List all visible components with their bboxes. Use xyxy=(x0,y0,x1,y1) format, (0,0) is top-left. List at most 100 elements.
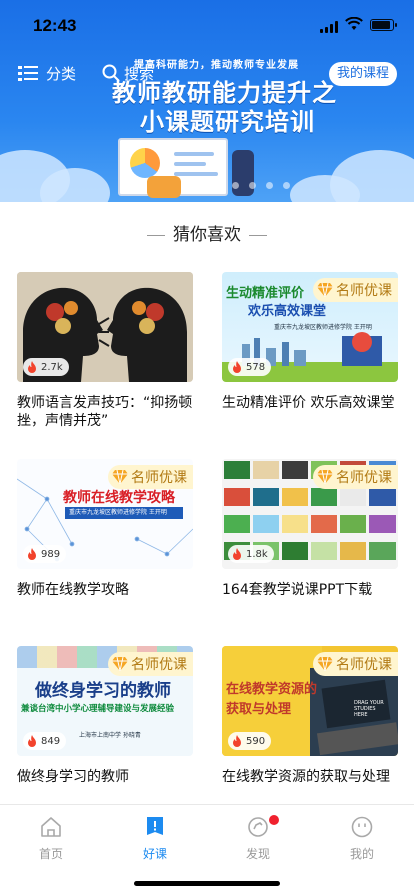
diamond-icon xyxy=(317,283,333,297)
course-card[interactable]: 在线教学资源的 获取与处理 DRAG YOUR STUDIES HERE 名师优… xyxy=(222,646,398,786)
my-courses-button[interactable]: 我的课程 xyxy=(329,62,397,86)
featured-badge: 名师优课 xyxy=(108,652,193,676)
search-icon xyxy=(102,64,120,82)
tab-label: 好课 xyxy=(142,847,167,861)
views-badge: 578 xyxy=(228,358,272,376)
wifi-icon xyxy=(345,17,363,30)
smiley-icon xyxy=(351,816,373,838)
views-count: 590 xyxy=(246,735,266,747)
fire-icon xyxy=(233,360,241,373)
course-title: 教师语言发声技巧：“抑扬顿挫，声情并茂” xyxy=(17,395,193,429)
fire-icon xyxy=(233,547,241,560)
thumb-title: 获取与处理 xyxy=(226,702,292,717)
course-thumbnail: 2.7k xyxy=(17,272,193,382)
app-screen: 提高科研能力，推动教师专业发展 教师教研能力提升之 小课题研究培训 12:43 xyxy=(0,0,414,896)
course-thumbnail: 名师优课 1.8k xyxy=(222,459,398,569)
badge-label: 名师优课 xyxy=(336,657,392,673)
featured-badge: 名师优课 xyxy=(313,465,398,489)
tab-courses[interactable]: 好课 xyxy=(125,815,185,862)
course-thumbnail: 做终身学习的教师 兼谈台湾中小学心理辅导建设与发展经验 上海市上南中学 孙晓青 … xyxy=(17,646,193,756)
tab-label: 我的 xyxy=(349,847,374,861)
cellular-signal-icon xyxy=(320,21,340,33)
fire-icon xyxy=(233,734,241,747)
thumb-title: 做终身学习的教师 xyxy=(35,681,171,701)
views-count: 989 xyxy=(41,548,61,560)
carousel-dot xyxy=(198,182,205,189)
course-card[interactable]: 生动精准评价 欢乐高效课堂 重庆市九龙坡区教师进修学院 王开明 名师优课 578… xyxy=(222,272,398,412)
thumb-title: 教师在线教学攻略 xyxy=(63,490,175,506)
presenter-illustration xyxy=(232,150,254,196)
carousel-indicator xyxy=(198,182,290,189)
views-badge: 2.7k xyxy=(23,358,69,376)
thumb-caption: 重庆市九龙坡区教师进修学院 王开明 xyxy=(274,324,372,331)
views-count: 2.7k xyxy=(41,361,63,373)
course-title: 教师在线教学攻略 xyxy=(17,582,129,598)
search-button[interactable]: 搜索 xyxy=(102,62,154,84)
course-card[interactable]: 做终身学习的教师 兼谈台湾中小学心理辅导建设与发展经验 上海市上南中学 孙晓青 … xyxy=(17,646,193,786)
views-count: 849 xyxy=(41,735,61,747)
category-label: 分类 xyxy=(46,64,77,83)
tab-label: 发现 xyxy=(245,847,270,861)
carousel-dot xyxy=(283,182,290,189)
badge-label: 名师优课 xyxy=(336,470,392,486)
search-label: 搜索 xyxy=(124,64,155,83)
badge-label: 名师优课 xyxy=(131,657,187,673)
fire-icon xyxy=(28,734,36,747)
course-title: 做终身学习的教师 xyxy=(17,769,129,785)
home-indicator[interactable] xyxy=(134,881,280,886)
tab-label: 首页 xyxy=(38,847,63,861)
banner-title: 小课题研究培训 xyxy=(140,108,315,136)
course-card[interactable]: 2.7k 教师语言发声技巧：“抑扬顿挫，声情并茂” xyxy=(17,272,193,430)
carousel-dot xyxy=(266,182,273,189)
featured-badge: 名师优课 xyxy=(313,278,398,302)
course-card[interactable]: 名师优课 1.8k 164套教学说课PPT下载 xyxy=(222,459,398,599)
course-title: 生动精准评价 欢乐高效课堂 xyxy=(222,395,395,411)
audience-illustration xyxy=(147,176,181,198)
divider xyxy=(249,235,267,236)
featured-badge: 名师优课 xyxy=(313,652,398,676)
notification-dot xyxy=(269,815,279,825)
course-thumbnail: 教师在线教学攻略 重庆市九龙坡区教师进修学院 王开明 名师优课 989 xyxy=(17,459,193,569)
views-count: 1.8k xyxy=(246,548,268,560)
course-thumbnail: 在线教学资源的 获取与处理 DRAG YOUR STUDIES HERE 名师优… xyxy=(222,646,398,756)
views-badge: 989 xyxy=(23,545,67,563)
banner-subtitle: 提高科研能力，推动教师专业发展 xyxy=(134,60,299,71)
carousel-dot xyxy=(249,182,256,189)
carousel-dot xyxy=(215,182,222,189)
divider xyxy=(147,235,165,236)
thumb-caption: 重庆市九龙坡区教师进修学院 王开明 xyxy=(65,507,183,519)
course-title: 在线教学资源的获取与处理 xyxy=(222,769,390,785)
thumb-title: 欢乐高效课堂 xyxy=(248,304,327,319)
fire-icon xyxy=(28,547,36,560)
section-heading: 猜你喜欢 xyxy=(0,222,414,248)
course-book-icon xyxy=(147,817,163,835)
fire-icon xyxy=(28,360,36,373)
tab-home[interactable]: 首页 xyxy=(21,815,81,862)
thumb-title: 在线教学资源的 xyxy=(226,682,318,697)
carousel-dot xyxy=(232,182,239,189)
tab-profile[interactable]: 我的 xyxy=(332,815,392,862)
battery-icon xyxy=(370,19,397,31)
diamond-icon xyxy=(317,657,333,671)
featured-badge: 名师优课 xyxy=(108,465,193,489)
thumb-caption: 上海市上南中学 孙晓青 xyxy=(79,732,141,739)
diamond-icon xyxy=(112,657,128,671)
views-badge: 590 xyxy=(228,732,272,750)
tab-discover[interactable]: 发现 xyxy=(228,815,288,862)
list-menu-icon xyxy=(18,65,38,81)
home-icon xyxy=(41,817,61,837)
status-bar: 12:43 xyxy=(0,0,414,48)
views-count: 578 xyxy=(246,361,266,373)
category-button[interactable]: 分类 xyxy=(18,62,76,84)
course-thumbnail: 生动精准评价 欢乐高效课堂 重庆市九龙坡区教师进修学院 王开明 名师优课 578 xyxy=(222,272,398,382)
thumb-caption: DRAG YOUR STUDIES HERE xyxy=(354,700,384,718)
badge-label: 名师优课 xyxy=(336,283,392,299)
course-title: 164套教学说课PPT下载 xyxy=(222,582,373,598)
discover-icon xyxy=(248,817,268,837)
thumb-subtitle: 兼谈台湾中小学心理辅导建设与发展经验 xyxy=(21,704,175,714)
badge-label: 名师优课 xyxy=(131,470,187,486)
diamond-icon xyxy=(112,470,128,484)
section-title: 猜你喜欢 xyxy=(173,225,241,245)
course-card[interactable]: 教师在线教学攻略 重庆市九龙坡区教师进修学院 王开明 名师优课 989 教师在线… xyxy=(17,459,193,599)
thumb-title: 生动精准评价 xyxy=(226,286,305,301)
